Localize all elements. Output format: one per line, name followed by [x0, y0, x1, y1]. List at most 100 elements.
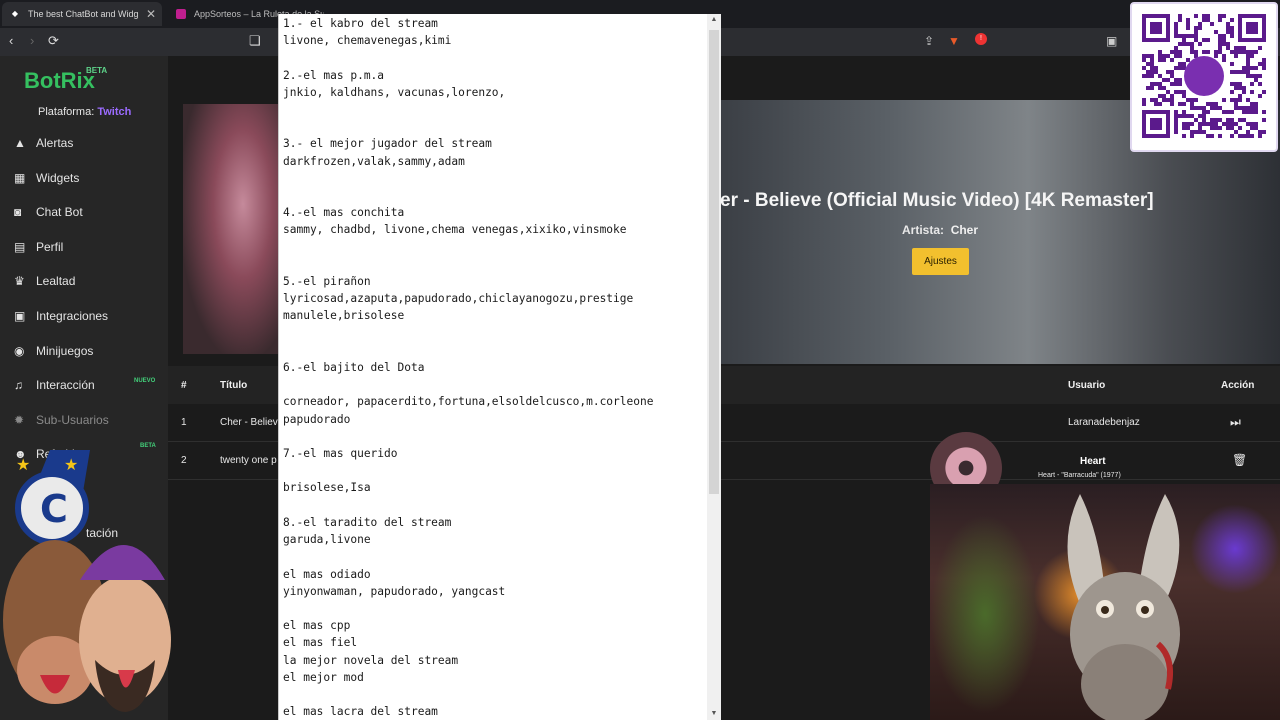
sidebar-item-label: Sub-Usuarios	[36, 413, 109, 427]
notepad-line	[283, 376, 707, 393]
notepad-line	[283, 342, 707, 359]
music-icon: ♫	[14, 378, 23, 392]
notepad-line	[283, 101, 707, 118]
sidebar-item-chat-bot[interactable]: ◙ Chat Bot	[0, 195, 168, 229]
notepad-line	[283, 497, 707, 514]
close-tab-icon[interactable]: ✕	[146, 7, 156, 21]
notepad-line	[283, 600, 707, 617]
notepad-line: 4.-el mas conchita	[283, 206, 405, 220]
id-card-icon: ▤	[14, 240, 26, 254]
song-title: er - Believe (Official Music Video) [4K …	[720, 190, 1154, 211]
sidebar-item-widgets[interactable]: ▦ Widgets	[0, 161, 168, 195]
gear-icon: ✹	[14, 413, 25, 427]
col-number: #	[181, 380, 187, 391]
svg-text:★: ★	[16, 455, 30, 474]
svg-text:★: ★	[64, 455, 78, 474]
artist-line: Artista: Cher	[902, 223, 978, 237]
settings-button[interactable]: Ajustes	[912, 248, 969, 275]
warning-icon: ▲	[14, 136, 26, 150]
row-number: 2	[181, 455, 187, 466]
notepad-text[interactable]: 1.- el kabro del stream livone, chemavene…	[283, 15, 707, 719]
sidebar-item-alertas[interactable]: ▲ Alertas	[0, 126, 168, 160]
gamepad-icon: ◉	[14, 344, 25, 358]
notepad-line: el mas cpp	[283, 619, 351, 633]
platform-label: Plataforma:	[38, 106, 95, 118]
reload-icon[interactable]: ⟳	[48, 34, 59, 48]
notepad-line: papudorado	[283, 412, 351, 426]
sidebar-item-label: Interacción	[36, 378, 95, 392]
notepad-line: 5.-el pirañon	[283, 275, 371, 289]
sidebar-item-perfil[interactable]: ▤ Perfil	[0, 230, 168, 264]
notepad-line: el mas odiado	[283, 567, 371, 581]
sidebar-item-label: Lealtad	[36, 274, 76, 288]
brave-shield-icon[interactable]: ▼	[948, 34, 960, 48]
tab-title: The best ChatBot and Widget	[28, 9, 138, 19]
share-icon[interactable]: ⇪	[924, 34, 934, 48]
row-number: 1	[181, 417, 187, 428]
webcam-feed	[930, 484, 1280, 720]
notepad-line	[283, 49, 707, 66]
robot-icon: ◙	[14, 205, 22, 219]
sidebar-item-label: Widgets	[36, 171, 80, 185]
back-icon[interactable]: ‹	[9, 34, 13, 48]
notepad-scrollbar[interactable]: ▲ ▼	[707, 14, 721, 720]
row-title: Cher - Believ	[220, 417, 278, 428]
notepad-line: manulele,brisolese	[283, 309, 405, 323]
sidebar-item-label: Alertas	[36, 136, 74, 150]
scroll-down-icon[interactable]: ▼	[707, 710, 721, 717]
new-badge: NUEVO	[134, 378, 156, 384]
row-user: Laranadebenjaz	[1068, 417, 1140, 428]
notepad-line	[283, 239, 707, 256]
notepad-line: livone, chemavenegas,kimi	[283, 34, 452, 48]
notepad-window[interactable]: 1.- el kabro del stream livone, chemavene…	[278, 14, 721, 720]
scrollbar-thumb[interactable]	[709, 30, 719, 494]
botrix-logo[interactable]: BotRix	[24, 68, 95, 94]
col-action: Acción	[1221, 380, 1255, 391]
yape-qr-code	[1130, 2, 1278, 152]
appsorteos-favicon-icon	[176, 9, 186, 19]
notepad-line: corneador, papacerdito,fortuna,elsoldelc…	[283, 395, 654, 409]
platform-value[interactable]: Twitch	[97, 106, 131, 118]
screen: ◆ The best ChatBot and Widget ✕ AppSorte…	[0, 0, 1280, 720]
col-title: Título	[220, 380, 248, 391]
sidebar-item-label: Perfil	[36, 240, 64, 254]
qr-code-image	[1142, 14, 1266, 138]
browser-tab-botrix[interactable]: ◆ The best ChatBot and Widget ✕	[2, 2, 162, 26]
sidebar-item-label: Chat Bot	[36, 205, 83, 219]
skip-forward-icon[interactable]: ⏭	[1230, 415, 1241, 430]
donkey-mask-image	[1067, 494, 1180, 720]
sidebar-item-interaccion[interactable]: ♫ Interacción NUEVO	[0, 368, 168, 402]
plug-icon: ▣	[14, 309, 26, 323]
now-playing-artist: Heart	[1080, 456, 1106, 467]
col-user: Usuario	[1068, 380, 1106, 391]
notepad-line	[283, 256, 707, 273]
notepad-line: el mas lacra del stream	[283, 705, 438, 719]
bookmark-icon[interactable]: ❏	[249, 34, 261, 48]
sidebar-item-label: Integraciones	[36, 309, 109, 323]
notepad-line	[283, 686, 707, 703]
sidebar-item-lealtad[interactable]: ♛ Lealtad	[0, 264, 168, 298]
now-playing-widget: Heart Heart - "Barracuda" (1977)	[930, 430, 1280, 504]
sidebar-toggle-icon[interactable]: ▣	[1106, 34, 1117, 48]
scroll-up-icon[interactable]: ▲	[707, 16, 721, 23]
sidebar-item-minijuegos[interactable]: ◉ Minijuegos	[0, 334, 168, 368]
beta-badge: BETA	[86, 66, 108, 75]
platform-indicator: Plataforma: Twitch	[38, 106, 131, 118]
notepad-line	[283, 548, 707, 565]
now-playing-song: Heart - "Barracuda" (1977)	[1038, 472, 1121, 479]
sidebar-item-sub-usuarios[interactable]: ✹ Sub-Usuarios	[0, 403, 168, 437]
notepad-line	[283, 428, 707, 445]
notepad-line: jnkio, kaldhans, vacunas,lorenzo,	[283, 85, 506, 99]
brave-rewards-icon[interactable]: !	[975, 33, 987, 45]
notepad-line	[283, 170, 707, 187]
row-title: twenty one p	[220, 455, 277, 466]
artist-name: Cher	[950, 223, 979, 237]
artist-label: Artista:	[902, 223, 945, 237]
sidebar-item-integraciones[interactable]: ▣ Integraciones	[0, 299, 168, 333]
notepad-line: 7.-el mas querido	[283, 447, 398, 461]
notepad-line	[283, 325, 707, 342]
forward-icon[interactable]: ›	[30, 34, 34, 48]
notepad-line	[283, 118, 707, 135]
notepad-line: yinyonwaman, papudorado, yangcast	[283, 584, 506, 598]
video-thumbnail	[183, 104, 283, 354]
